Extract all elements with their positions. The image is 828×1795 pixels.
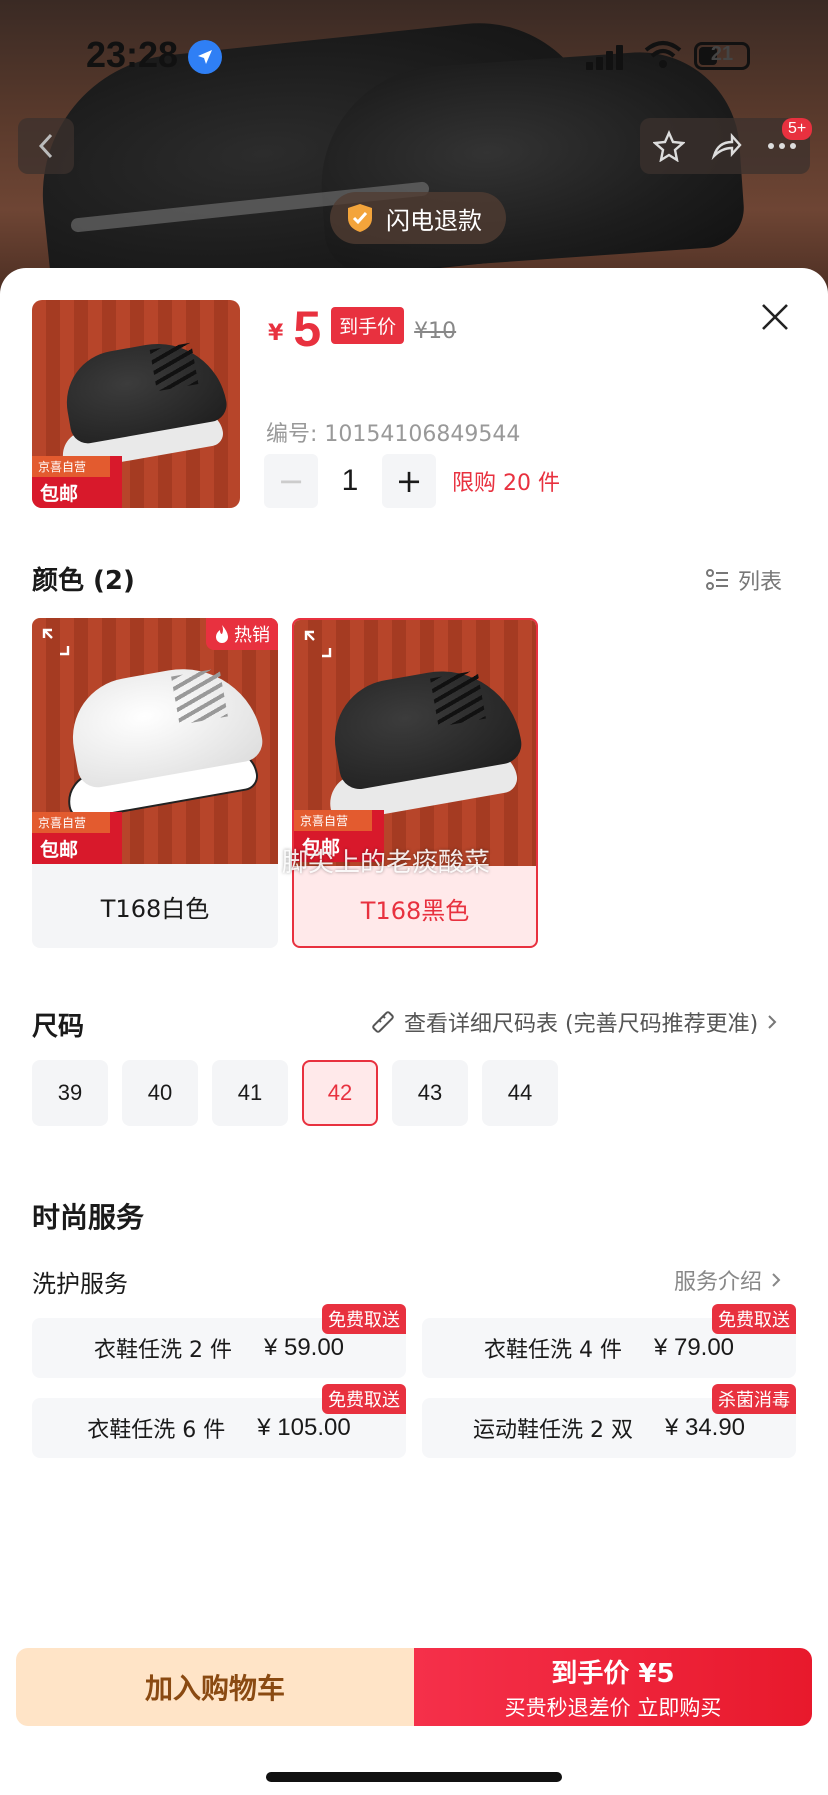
shipping-tag: 京喜自营 包邮	[32, 456, 122, 508]
product-thumbnail[interactable]: 京喜自营 包邮	[32, 300, 240, 508]
bottom-action-bar: 加入购物车 到手价 ¥5 买贵秒退差价 立即购买	[16, 1648, 812, 1726]
more-icon[interactable]	[767, 141, 797, 151]
buy-price-label: 到手价 ¥5	[551, 1658, 675, 1689]
list-label: 列表	[738, 570, 783, 595]
home-indicator	[266, 1772, 562, 1782]
decrease-quantity-button[interactable]: −	[264, 454, 318, 508]
sku-number: 编号: 10154106849544	[266, 422, 521, 447]
expand-icon[interactable]	[42, 628, 70, 656]
color-section-title: 颜色 (2)	[32, 566, 135, 596]
shield-check-icon	[348, 204, 372, 232]
back-button[interactable]	[18, 118, 74, 174]
size-chart-link[interactable]: 查看详细尺码表 (完善尺码推荐更准)	[370, 1006, 778, 1038]
service-tag: 免费取送	[322, 1304, 406, 1334]
list-view-toggle[interactable]: 列表	[706, 564, 782, 596]
increase-quantity-button[interactable]: +	[382, 454, 436, 508]
refund-label: 闪电退款	[386, 206, 482, 235]
battery-level: 21	[710, 43, 734, 65]
chevron-right-icon	[772, 1273, 781, 1287]
size-option[interactable]: 41	[212, 1060, 288, 1126]
hot-sale-tag: 热销	[206, 618, 278, 650]
user-watermark: 脚尖上的老痰酸菜	[282, 848, 491, 878]
service-tag: 杀菌消毒	[712, 1384, 796, 1414]
flame-icon	[216, 625, 228, 643]
price-currency: ¥	[268, 321, 284, 346]
size-option[interactable]: 39	[32, 1060, 108, 1126]
close-icon[interactable]	[760, 302, 790, 332]
share-icon[interactable]	[710, 130, 742, 162]
status-bar: 23:28 21	[0, 0, 828, 110]
shipping-tag: 京喜自营 包邮	[32, 812, 122, 864]
size-option-selected[interactable]: 42	[302, 1060, 378, 1126]
service-intro-link[interactable]: 服务介绍	[674, 1264, 782, 1296]
size-section-title: 尺码	[32, 1012, 85, 1042]
buy-subtitle: 买贵秒退差价 立即购买	[504, 1695, 722, 1720]
star-icon[interactable]	[652, 130, 685, 162]
chevron-right-icon	[768, 1015, 777, 1029]
color-option-label: T168白色	[100, 894, 210, 923]
size-option[interactable]: 40	[122, 1060, 198, 1126]
color-option-black[interactable]: 京喜自营 包邮 T168黑色	[292, 618, 538, 948]
message-badge: 5+	[782, 118, 813, 140]
price-row: ¥ 5 到手价 ¥10	[268, 304, 456, 354]
service-option[interactable]: 衣鞋任洗 2 件 ¥ 59.00 免费取送	[32, 1304, 406, 1378]
final-price: 5	[293, 301, 322, 357]
washing-service-subtitle: 洗护服务	[32, 1270, 128, 1298]
expand-icon[interactable]	[304, 630, 332, 658]
sku-selector-sheet: 京喜自营 包邮 ¥ 5 到手价 ¥10 编号: 10154106849544 −…	[0, 268, 828, 1795]
final-price-tag: 到手价	[331, 307, 405, 344]
chevron-left-icon	[38, 133, 53, 159]
size-option[interactable]: 43	[392, 1060, 468, 1126]
list-icon	[706, 569, 728, 590]
ruler-icon	[372, 1011, 394, 1033]
original-price: ¥10	[414, 319, 457, 344]
buy-now-button[interactable]: 到手价 ¥5 买贵秒退差价 立即购买	[414, 1648, 812, 1726]
battery-icon: 21	[694, 42, 750, 70]
quantity-stepper: − 1 + 限购 20 件	[264, 454, 560, 508]
cellular-signal-icon	[586, 45, 623, 70]
quantity-value[interactable]: 1	[318, 464, 382, 498]
status-time: 23:28	[86, 34, 179, 75]
service-tag: 免费取送	[712, 1304, 796, 1334]
fashion-services-title: 时尚服务	[32, 1201, 145, 1234]
color-option-white[interactable]: 热销 京喜自营 包邮 T168白色	[32, 618, 278, 948]
size-options: 39 40 41 42 43 44	[32, 1060, 558, 1126]
service-tag: 免费取送	[322, 1384, 406, 1414]
lightning-refund-pill[interactable]: 闪电退款	[330, 192, 506, 244]
purchase-limit: 限购 20 件	[452, 471, 560, 496]
wifi-icon	[644, 41, 682, 68]
service-option[interactable]: 衣鞋任洗 6 件 ¥ 105.00 免费取送	[32, 1384, 406, 1458]
service-option[interactable]: 衣鞋任洗 4 件 ¥ 79.00 免费取送	[422, 1304, 796, 1378]
location-arrow-icon	[188, 40, 222, 74]
size-option[interactable]: 44	[482, 1060, 558, 1126]
add-to-cart-button[interactable]: 加入购物车	[16, 1648, 414, 1726]
service-option[interactable]: 运动鞋任洗 2 双 ¥ 34.90 杀菌消毒	[422, 1384, 796, 1458]
